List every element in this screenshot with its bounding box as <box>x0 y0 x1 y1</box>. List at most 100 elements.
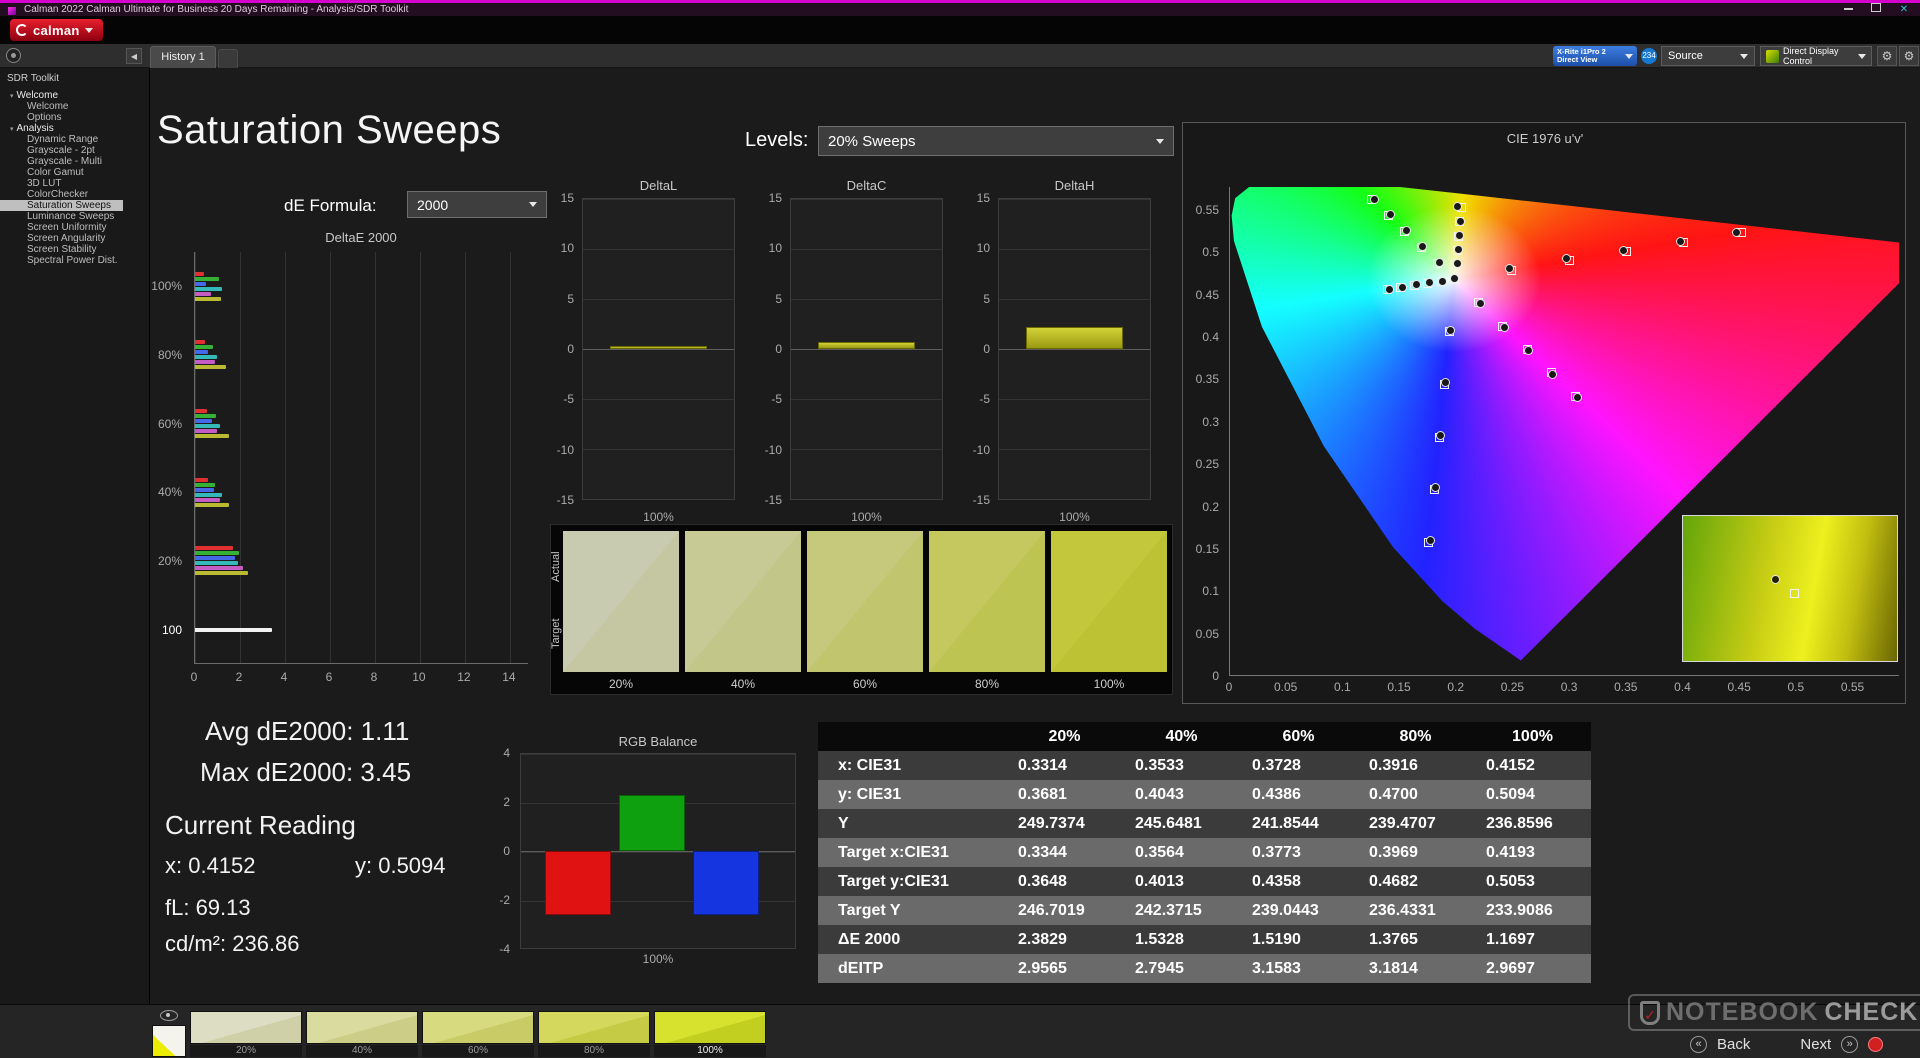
sidebar-collapse-button[interactable]: ◀ <box>126 48 142 64</box>
preferences-gear-icon[interactable]: ⚙ <box>1899 46 1919 66</box>
current-fl: fL: 69.13 <box>165 895 251 920</box>
sidebar-item-3d-lut[interactable]: 3D LUT <box>0 178 149 189</box>
white-patch-thumbnail[interactable] <box>152 1025 186 1057</box>
table-column-header: 100% <box>1474 722 1591 751</box>
sidebar-item-label: Dynamic Range <box>27 134 99 145</box>
rgb-bar-green <box>619 794 685 851</box>
deltae-bar-red <box>195 546 234 551</box>
table-cell: 0.3728 <box>1240 751 1357 780</box>
cie-x-tick-label: 0.05 <box>1273 680 1298 694</box>
settings-gear-icon[interactable]: ⚙ <box>1877 46 1897 66</box>
deltae-bar-white <box>195 627 273 632</box>
meter-dropdown[interactable]: X-Rite i1Pro 2 Direct View <box>1553 46 1637 66</box>
sidebar-item-spectral-power-dist-[interactable]: Spectral Power Dist. <box>0 255 149 266</box>
patch-thumbnail-60%[interactable] <box>422 1011 534 1044</box>
cie-plot <box>1229 187 1899 676</box>
sidebar: SDR Toolkit ▾ Welcome Welcome Options ▾ Analy… <box>0 68 150 1004</box>
deltal-chart-title: DeltaL <box>639 178 678 193</box>
cie-x-tick-label: 0.55 <box>1840 680 1865 694</box>
sidebar-item-welcome[interactable]: Welcome <box>0 101 149 112</box>
zero-line <box>583 349 734 350</box>
cie-measured-marker <box>1430 482 1440 492</box>
swatch-20% <box>563 531 679 672</box>
table-cell: 239.0443 <box>1240 896 1357 925</box>
patch-thumbnail-80%[interactable] <box>538 1011 650 1044</box>
table-row-label: y: CIE31 <box>818 780 1006 809</box>
cie-measured-marker <box>1504 264 1514 274</box>
cie-x-tick-label: 0 <box>1225 680 1233 694</box>
sidebar-item-dynamic-range[interactable]: Dynamic Range <box>0 134 149 145</box>
table-cell: 0.3533 <box>1123 751 1240 780</box>
table-cell: 249.7374 <box>1006 809 1123 838</box>
sidebar-item-grayscale-2pt[interactable]: Grayscale - 2pt <box>0 145 149 156</box>
table-row-label: Target y:CIE31 <box>818 867 1006 896</box>
sidebar-item-grayscale-multi[interactable]: Grayscale - Multi <box>0 156 149 167</box>
y-tick-label: -4 <box>499 942 510 956</box>
next-icon[interactable]: » <box>1841 1035 1859 1053</box>
sidebar-item-saturation-sweeps[interactable]: Saturation Sweeps <box>0 200 123 211</box>
deltae-x-tick-label: 12 <box>457 670 471 684</box>
cie-y-axis: 0 0.05 0.1 0.15 0.2 0.25 0.3 0.35 0.4 0.45 0.5 0.55 <box>1183 187 1225 683</box>
table-cell: 0.4358 <box>1240 867 1357 896</box>
cie-measured-marker <box>1618 245 1628 255</box>
sidebar-item-options[interactable]: Options <box>0 112 149 123</box>
back-icon[interactable]: « <box>1690 1035 1707 1053</box>
deltae-category-label: 60% <box>157 416 182 431</box>
sidebar-item-luminance-sweeps[interactable]: Luminance Sweeps <box>0 211 149 222</box>
calman-menu-button[interactable]: calman <box>10 19 103 41</box>
notification-badge[interactable] <box>1868 1036 1884 1052</box>
display-control-dropdown[interactable]: Direct Display Control <box>1760 46 1872 66</box>
cie-measured-marker <box>1384 284 1394 294</box>
cie-chart-panel: CIE 1976 u'v' 0 0.05 0.1 0.15 0.2 0.25 0.3 0.35… <box>1182 122 1906 704</box>
swatch-40% <box>685 531 801 672</box>
notebookcheck-shield-icon: ✓ <box>1640 1000 1660 1025</box>
patch-thumbnail-40%[interactable] <box>306 1011 418 1044</box>
levels-dropdown[interactable]: 20% Sweeps <box>818 126 1174 156</box>
table-cell: 2.7945 <box>1123 954 1240 983</box>
layout-toggle-button[interactable] <box>6 48 21 63</box>
sidebar-item-label: Screen Stability <box>27 244 97 255</box>
y-tick-label: 0 <box>503 844 510 858</box>
table-row-label: Target x:CIE31 <box>818 838 1006 867</box>
patch-label: 60% <box>422 1045 534 1057</box>
sidebar-item-color-gamut[interactable]: Color Gamut <box>0 167 149 178</box>
y-tick-label: -15 <box>764 493 782 507</box>
table-cell: 0.4386 <box>1240 780 1357 809</box>
back-button[interactable]: Back <box>1717 1036 1750 1053</box>
patch-thumbnail-20%[interactable] <box>190 1011 302 1044</box>
de-formula-dropdown[interactable]: 2000 <box>407 191 547 218</box>
sidebar-item-colorchecker[interactable]: ColorChecker <box>0 189 149 200</box>
measurement-table: 20% 40% 60% 80% 100% x: CIE31 0.3314 0.3533 0.3… <box>818 722 1591 983</box>
deltac-chart-title: DeltaC <box>846 178 887 193</box>
sidebar-item-screen-uniformity[interactable]: Screen Uniformity <box>0 222 149 233</box>
patch-preview-toggle[interactable] <box>156 1008 182 1023</box>
sidebar-item-screen-stability[interactable]: Screen Stability <box>0 244 149 255</box>
patch-thumbnail-100%[interactable] <box>654 1011 766 1044</box>
source-dropdown[interactable]: Source <box>1661 46 1755 66</box>
tab-history-1[interactable]: History 1 <box>150 46 216 68</box>
next-button[interactable]: Next <box>1800 1036 1831 1053</box>
deltae-bar-blue <box>195 556 236 561</box>
cie-y-tick-label: 0.05 <box>1195 626 1219 641</box>
display-icon <box>1766 49 1779 63</box>
y-tick-label: 4 <box>503 746 510 760</box>
sidebar-title: SDR Toolkit <box>7 73 60 84</box>
y-tick-label: 2 <box>503 795 510 809</box>
sidebar-item-screen-angularity[interactable]: Screen Angularity <box>0 233 149 244</box>
sidebar-item-welcome[interactable]: ▾ Welcome <box>0 90 149 101</box>
y-tick-label: 15 <box>560 191 574 205</box>
table-header: 20% 40% 60% 80% 100% <box>818 722 1591 751</box>
sidebar-item-label: Color Gamut <box>27 167 84 178</box>
sidebar-item-label: Grayscale - Multi <box>27 156 103 167</box>
cie-x-tick-label: 0.45 <box>1727 680 1751 694</box>
cie-measured-marker <box>1426 535 1436 545</box>
history-add-tab[interactable] <box>218 49 238 68</box>
y-tick-label: 0 <box>983 342 990 356</box>
deltae-category-label: 100% <box>151 279 182 294</box>
deltah-x-label: 100% <box>1059 510 1090 524</box>
cie-measured-marker <box>1572 393 1582 403</box>
sidebar-item-analysis[interactable]: ▾ Analysis <box>0 123 149 134</box>
table-cell: 0.3916 <box>1357 751 1474 780</box>
inset-target-marker <box>1790 588 1799 598</box>
table-cell: 242.3715 <box>1123 896 1240 925</box>
